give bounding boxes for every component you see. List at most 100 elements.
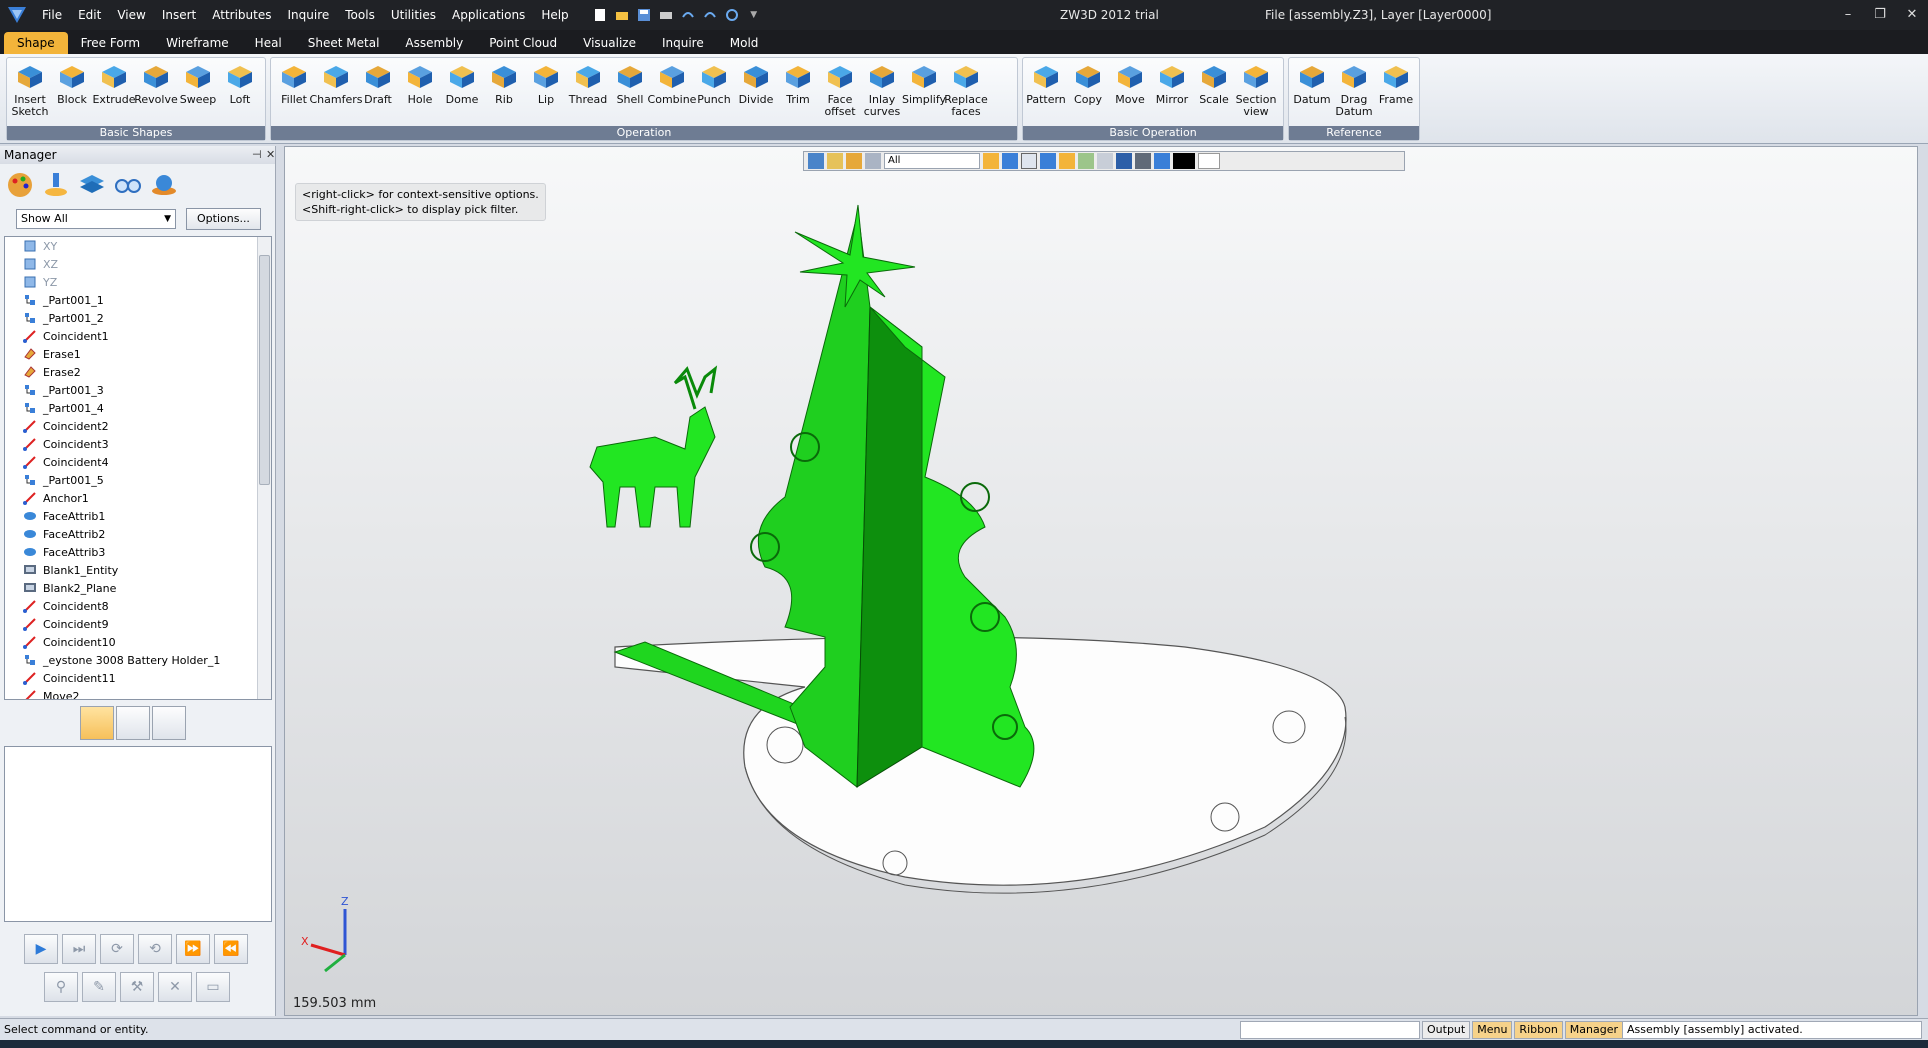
section-view-button[interactable]: Section view: [1235, 60, 1277, 126]
status-tab-manager[interactable]: Manager: [1564, 1021, 1624, 1039]
dome-button[interactable]: Dome: [441, 60, 483, 126]
new-file-icon[interactable]: [591, 6, 609, 24]
face-offset-button[interactable]: Face offset: [819, 60, 861, 126]
suppress-icon[interactable]: ▭: [196, 972, 230, 1002]
tree-scrollbar[interactable]: [257, 237, 271, 699]
status-tab-menu[interactable]: Menu: [1472, 1021, 1513, 1039]
divide-button[interactable]: Divide: [735, 60, 777, 126]
scale-button[interactable]: Scale: [1193, 60, 1235, 126]
menu-inquire[interactable]: Inquire: [280, 0, 338, 30]
pick-filter-input[interactable]: All: [884, 153, 980, 169]
inlay-curves-button[interactable]: Inlay curves: [861, 60, 903, 126]
rib-button[interactable]: Rib: [483, 60, 525, 126]
print-icon[interactable]: [657, 6, 675, 24]
close-icon[interactable]: ✕: [1896, 0, 1928, 30]
play-icon[interactable]: ▶: [24, 934, 58, 964]
chamfers-button[interactable]: Chamfers: [310, 60, 363, 126]
tree-item[interactable]: Blank2_Plane: [5, 579, 271, 597]
mirror-button[interactable]: Mirror: [1151, 60, 1193, 126]
menu-applications[interactable]: Applications: [444, 0, 533, 30]
datum-button[interactable]: Datum: [1291, 60, 1333, 126]
scroll-thumb[interactable]: [259, 255, 270, 485]
tree-item[interactable]: FaceAttrib1: [5, 507, 271, 525]
tab-shape[interactable]: Shape: [4, 32, 68, 54]
move-button[interactable]: Move: [1109, 60, 1151, 126]
layers-icon[interactable]: [78, 171, 106, 199]
menu-insert[interactable]: Insert: [154, 0, 204, 30]
tree-item[interactable]: Erase2: [5, 363, 271, 381]
tree-item[interactable]: _Part001_3: [5, 381, 271, 399]
tab-mold[interactable]: Mold: [717, 32, 772, 54]
thread-button[interactable]: Thread: [567, 60, 609, 126]
tree-item[interactable]: Move2: [5, 687, 271, 699]
shell-button[interactable]: Shell: [609, 60, 651, 126]
step-over-icon[interactable]: ⟲: [138, 934, 172, 964]
simplify-button[interactable]: Simplify: [902, 60, 946, 126]
background-black-icon[interactable]: [1173, 153, 1195, 169]
zoom-fit-icon[interactable]: [1078, 153, 1094, 169]
tree-item[interactable]: FaceAttrib2: [5, 525, 271, 543]
tab-inquire[interactable]: Inquire: [649, 32, 717, 54]
tab-point-cloud[interactable]: Point Cloud: [476, 32, 570, 54]
tree-item[interactable]: _Part001_2: [5, 309, 271, 327]
lip-button[interactable]: Lip: [525, 60, 567, 126]
palette-icon[interactable]: [6, 171, 34, 199]
tree-item[interactable]: Coincident1: [5, 327, 271, 345]
pattern-button[interactable]: Pattern: [1025, 60, 1067, 126]
tree-item[interactable]: Blank1_Entity: [5, 561, 271, 579]
history-view-button[interactable]: [80, 706, 114, 740]
save-icon[interactable]: [635, 6, 653, 24]
wrench-icon[interactable]: ⚒: [120, 972, 154, 1002]
status-tab-ribbon[interactable]: Ribbon: [1514, 1021, 1563, 1039]
assembly-view-button[interactable]: [116, 706, 150, 740]
menu-tools[interactable]: Tools: [337, 0, 383, 30]
menu-help[interactable]: Help: [533, 0, 576, 30]
combine-button[interactable]: Combine: [648, 60, 696, 126]
background-white-icon[interactable]: [1198, 153, 1220, 169]
minimize-icon[interactable]: –: [1832, 0, 1864, 30]
wire-view-icon[interactable]: [1021, 153, 1037, 169]
trim-button[interactable]: Trim: [777, 60, 819, 126]
restore-icon[interactable]: ❐: [1864, 0, 1896, 30]
sweep-button[interactable]: Sweep: [177, 60, 219, 126]
tree-item[interactable]: YZ: [5, 273, 271, 291]
tree-item[interactable]: _eystone 3008 Battery Holder_1: [5, 651, 271, 669]
tree-item[interactable]: Coincident9: [5, 615, 271, 633]
frame-button[interactable]: Frame: [1375, 60, 1417, 126]
fillet-button[interactable]: Fillet: [273, 60, 315, 126]
step-into-icon[interactable]: ⟳: [100, 934, 134, 964]
light-icon[interactable]: [1154, 153, 1170, 169]
link-icon[interactable]: ⚲: [44, 972, 78, 1002]
punch-button[interactable]: Punch: [693, 60, 735, 126]
tree-item[interactable]: Anchor1: [5, 489, 271, 507]
open-file-icon[interactable]: [613, 6, 631, 24]
tree-item[interactable]: XY: [5, 237, 271, 255]
tree-item[interactable]: XZ: [5, 255, 271, 273]
panel-close-icon[interactable]: ✕: [266, 146, 275, 164]
tree-item[interactable]: _Part001_5: [5, 471, 271, 489]
revolve-button[interactable]: Revolve: [134, 60, 178, 126]
hole-button[interactable]: Hole: [399, 60, 441, 126]
tab-sheet-metal[interactable]: Sheet Metal: [295, 32, 393, 54]
tree-item[interactable]: Coincident2: [5, 417, 271, 435]
block-button[interactable]: Block: [51, 60, 93, 126]
graphics-viewport[interactable]: All <right-click> for context-sensitive …: [284, 146, 1918, 1016]
delete-icon[interactable]: ✕: [158, 972, 192, 1002]
menu-utilities[interactable]: Utilities: [383, 0, 444, 30]
menu-view[interactable]: View: [109, 0, 153, 30]
show-filter-dropdown[interactable]: Show All ▼: [16, 209, 176, 229]
tab-heal[interactable]: Heal: [242, 32, 295, 54]
section-icon[interactable]: [1116, 153, 1132, 169]
tab-wireframe[interactable]: Wireframe: [153, 32, 242, 54]
step-forward-icon[interactable]: ⏭: [62, 934, 96, 964]
christmas-tree-model[interactable]: [285, 147, 1918, 1016]
property-pane[interactable]: [4, 746, 272, 922]
copy-button[interactable]: Copy: [1067, 60, 1109, 126]
customize-dropdown-icon[interactable]: ▼: [745, 6, 763, 24]
pick-icon[interactable]: [808, 153, 824, 169]
cube-view-icon[interactable]: [1002, 153, 1018, 169]
view-glasses-icon[interactable]: [114, 171, 142, 199]
filter-grid-icon[interactable]: [865, 153, 881, 169]
options-button[interactable]: Options...: [186, 208, 261, 230]
loft-button[interactable]: Loft: [219, 60, 261, 126]
